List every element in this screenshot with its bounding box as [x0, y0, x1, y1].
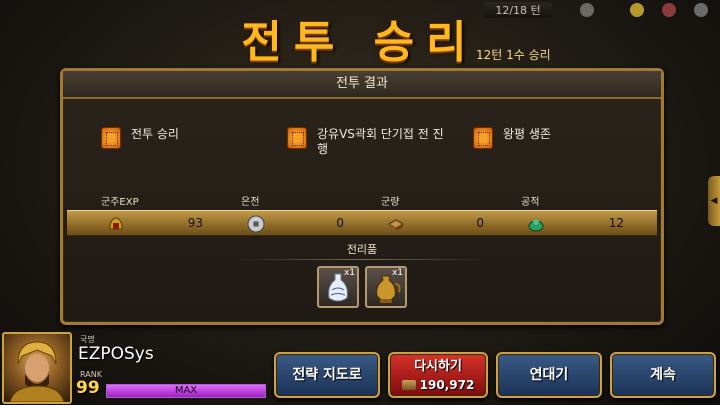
- avatar[interactable]: [2, 332, 72, 404]
- xp-text: MAX: [174, 385, 198, 396]
- seal-icon: [473, 127, 493, 149]
- player-name: EZPOSys: [78, 344, 154, 364]
- divider: [237, 259, 487, 260]
- retry-cost: 190,972: [390, 376, 486, 394]
- condition-label: 왕평 생존: [503, 127, 551, 141]
- item-count: x1: [343, 268, 355, 278]
- chronicle-button[interactable]: 연대기: [496, 352, 602, 398]
- stat-label-provisions: 군량: [381, 197, 400, 208]
- stat-value-provisions: 0: [476, 216, 484, 230]
- xp-bar: MAX: [106, 384, 266, 398]
- rank-number: 99: [76, 378, 100, 398]
- stat-value-silver: 0: [336, 216, 344, 230]
- provisions-icon: [401, 380, 416, 390]
- stat-label-merit: 공적: [521, 197, 540, 208]
- strategy-map-button[interactable]: 전략 지도로: [274, 352, 380, 398]
- victory-subtitle: 12턴 1수 승리: [476, 48, 551, 62]
- helmet-icon: [109, 217, 123, 230]
- page-title: 전투 승리: [241, 17, 479, 68]
- condition-label: 강유VS곽회 단기접 전 진행: [317, 127, 444, 156]
- continue-button[interactable]: 계속: [610, 352, 716, 398]
- spoil-item-vase[interactable]: x1: [317, 266, 359, 308]
- retry-button[interactable]: 다시하기 190,972: [388, 352, 488, 398]
- item-count: x1: [391, 268, 403, 278]
- player-card: 국명 EZPOSys 99 MAX: [0, 330, 270, 405]
- stat-label-exp: 군주EXP: [101, 197, 139, 208]
- panel-title: 전투 결과: [63, 71, 661, 99]
- condition-item: 강유VS곽회 단기접 전 진행: [287, 127, 447, 157]
- retry-cost-value: 190,972: [419, 378, 475, 392]
- battle-result-panel: 전투 결과 전투 승리 강유VS곽회 단기접 전 진행 왕평 생존 군주EXP …: [60, 68, 664, 325]
- stat-bar: 93 0 0 12: [67, 210, 657, 236]
- condition-item: 왕평 생존: [473, 127, 633, 149]
- seal-icon: [101, 127, 121, 149]
- provisions-icon: [387, 219, 405, 231]
- stat-label-silver: 은전: [241, 197, 260, 208]
- retry-label: 다시하기: [414, 359, 462, 374]
- spoils-title: 전리품: [346, 243, 378, 256]
- stat-value-merit: 12: [608, 216, 624, 230]
- rank-label: RANK: [80, 370, 102, 379]
- spoil-item-ewer[interactable]: x1: [365, 266, 407, 308]
- stat-value-exp: 93: [187, 216, 203, 230]
- general-portrait-icon: [9, 341, 65, 403]
- side-expand-tab[interactable]: ◀: [708, 176, 720, 226]
- condition-label: 전투 승리: [131, 127, 179, 141]
- jade-icon: [528, 219, 544, 232]
- coin-icon: [247, 215, 265, 233]
- seal-icon: [287, 127, 307, 149]
- condition-item: 전투 승리: [101, 127, 261, 149]
